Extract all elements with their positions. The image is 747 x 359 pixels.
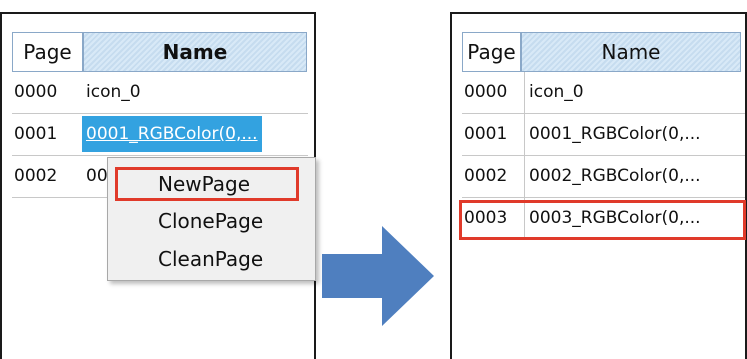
menu-item-cleanpage[interactable]: CleanPage [158,247,263,271]
name-column-header[interactable]: Name [521,32,741,72]
after-table-header: Page Name [462,32,741,72]
table-row[interactable]: 0000 icon_0 [462,72,745,114]
page-cell: 0002 [14,166,58,186]
selected-name-text: 0001_RGBColor(0,... [82,116,262,152]
name-cell: icon_0 [524,72,584,113]
name-cell: icon_0 [86,82,141,102]
table-row[interactable]: 0001 0001_RGBColor(0,... [462,114,745,156]
table-row[interactable]: 0000 icon_0 [12,72,308,114]
new-row-highlight-box [459,200,746,240]
name-cell: 0002_RGBColor(0,... [524,156,701,197]
page-column-header[interactable]: Page [12,32,83,72]
name-column-header[interactable]: Name [83,32,307,72]
page-column-header[interactable]: Page [462,32,521,72]
page-cell: 0001 [464,124,508,144]
name-cell: 0001_RGBColor(0,... [524,114,701,155]
page-cell: 0000 [14,82,58,102]
table-row-selected[interactable]: 0001 0001_RGBColor(0,... [12,114,308,156]
after-page-list-panel: Page Name 0000 icon_0 0001 0001_RGBColor… [450,12,747,359]
page-cell: 0002 [464,166,508,186]
page-cell: 0000 [464,82,508,102]
table-row[interactable]: 0002 0002_RGBColor(0,... [462,156,745,198]
before-table-header: Page Name [12,32,307,72]
name-cell: 00 [86,166,108,186]
newpage-highlight-box [115,167,299,201]
arrow-right-icon [322,226,434,326]
name-cell: 0001_RGBColor(0,... [82,114,262,155]
menu-item-clonepage[interactable]: ClonePage [158,209,263,233]
page-cell: 0001 [14,124,58,144]
